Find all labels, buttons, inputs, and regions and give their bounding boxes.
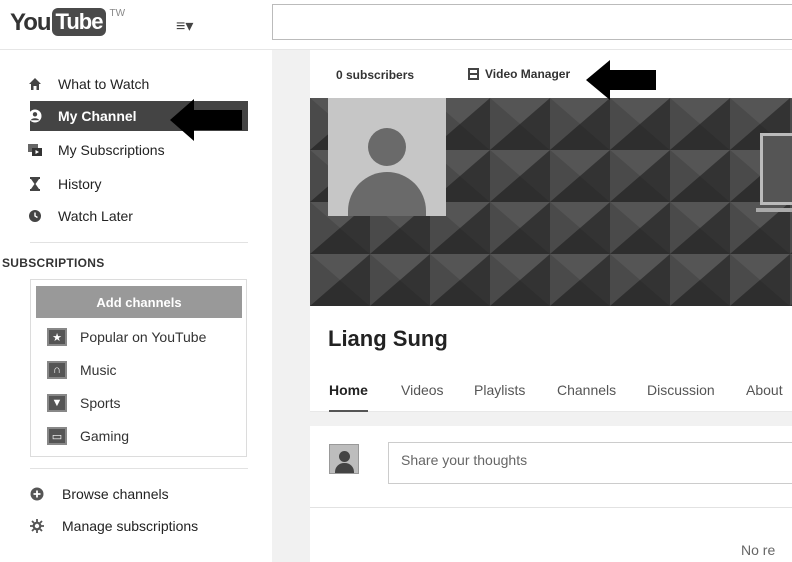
plus-circle-icon bbox=[30, 487, 44, 501]
channel-title: Liang Sung bbox=[328, 326, 448, 351]
browse-channels-link[interactable]: Browse channels bbox=[30, 480, 248, 508]
sidebar-item-label: What to Watch bbox=[58, 76, 150, 92]
guide-menu-button[interactable]: ≡▾ bbox=[176, 16, 193, 36]
gear-icon bbox=[30, 519, 44, 533]
browse-channels-label: Browse channels bbox=[62, 486, 169, 502]
user-avatar bbox=[329, 444, 359, 474]
subscription-item-music[interactable]: ∩ Music bbox=[47, 357, 237, 383]
laptop-base-graphic bbox=[756, 208, 792, 212]
manage-subscriptions-label: Manage subscriptions bbox=[62, 518, 199, 534]
trophy-icon: ▼ bbox=[47, 394, 67, 412]
tab-videos[interactable]: Videos bbox=[401, 382, 444, 410]
logo-you-text: You bbox=[10, 9, 52, 36]
channel-page: 0 subscribers Video Manager Liang Sung H… bbox=[310, 50, 792, 562]
sidebar-divider bbox=[30, 468, 248, 469]
clock-icon bbox=[28, 209, 42, 223]
sidebar-item-history[interactable]: History bbox=[30, 169, 248, 199]
subscriber-count: 0 subscribers bbox=[336, 68, 415, 82]
video-manager-link[interactable]: Video Manager bbox=[468, 67, 570, 81]
search-input[interactable] bbox=[272, 4, 792, 40]
tab-home[interactable]: Home bbox=[329, 382, 368, 413]
youtube-logo[interactable]: You Tube TW bbox=[10, 8, 125, 38]
logo-tube-text: Tube bbox=[51, 8, 107, 36]
laptop-graphic bbox=[760, 133, 792, 205]
video-manager-icon bbox=[468, 68, 479, 80]
sidebar-item-what-to-watch[interactable]: What to Watch bbox=[28, 69, 248, 99]
share-box: Share your thoughts bbox=[310, 426, 792, 508]
sidebar-item-label: History bbox=[58, 176, 102, 192]
sidebar-divider bbox=[30, 242, 248, 243]
subscription-item-gaming[interactable]: ▭ Gaming bbox=[47, 423, 237, 449]
tab-playlists[interactable]: Playlists bbox=[474, 382, 525, 410]
subscription-item-popular[interactable]: ★ Popular on YouTube bbox=[47, 324, 237, 350]
sidebar-item-label: My Subscriptions bbox=[58, 142, 165, 158]
subscriptions-heading: SUBSCRIPTIONS bbox=[2, 256, 105, 270]
headphones-icon: ∩ bbox=[47, 361, 67, 379]
sidebar-item-label: My Channel bbox=[58, 108, 137, 124]
tab-channels[interactable]: Channels bbox=[557, 382, 616, 410]
hamburger-dropdown-icon: ≡▾ bbox=[176, 18, 194, 35]
tab-about[interactable]: About bbox=[746, 382, 783, 410]
annotation-arrow-video-manager bbox=[586, 60, 656, 100]
gamepad-icon: ▭ bbox=[47, 427, 67, 445]
manage-subscriptions-link[interactable]: Manage subscriptions bbox=[30, 512, 248, 540]
video-manager-label: Video Manager bbox=[485, 67, 571, 81]
channel-avatar[interactable] bbox=[328, 98, 446, 216]
hourglass-icon bbox=[28, 177, 42, 191]
tab-discussion[interactable]: Discussion bbox=[647, 382, 715, 410]
subscription-label: Music bbox=[80, 362, 117, 378]
subscription-label: Sports bbox=[80, 395, 121, 411]
sidebar-item-label: Watch Later bbox=[58, 208, 133, 224]
subscriptions-icon bbox=[28, 143, 42, 157]
share-thoughts-input[interactable]: Share your thoughts bbox=[388, 442, 792, 484]
subscription-label: Gaming bbox=[80, 428, 130, 444]
channel-tabs: Home Videos Playlists Channels Discussio… bbox=[310, 372, 792, 413]
add-channels-button[interactable]: Add channels bbox=[36, 286, 242, 318]
logo-region-label: TW bbox=[109, 8, 126, 19]
sidebar-item-watch-later[interactable]: Watch Later bbox=[28, 201, 248, 231]
star-icon: ★ bbox=[47, 328, 67, 346]
no-recent-activity-text: No re bbox=[741, 542, 776, 558]
annotation-arrow-my-channel bbox=[170, 99, 242, 141]
user-circle-icon bbox=[28, 109, 42, 123]
channel-header-bar: 0 subscribers Video Manager bbox=[310, 50, 792, 98]
subscription-label: Popular on YouTube bbox=[80, 329, 207, 345]
subscriptions-box: Add channels ★ Popular on YouTube ∩ Musi… bbox=[30, 279, 247, 457]
section-separator bbox=[310, 412, 792, 426]
subscription-item-sports[interactable]: ▼ Sports bbox=[47, 390, 237, 416]
top-bar: You Tube TW ≡▾ bbox=[0, 0, 792, 50]
content-gutter bbox=[272, 50, 310, 562]
channel-banner bbox=[310, 98, 792, 306]
home-icon bbox=[28, 77, 42, 91]
